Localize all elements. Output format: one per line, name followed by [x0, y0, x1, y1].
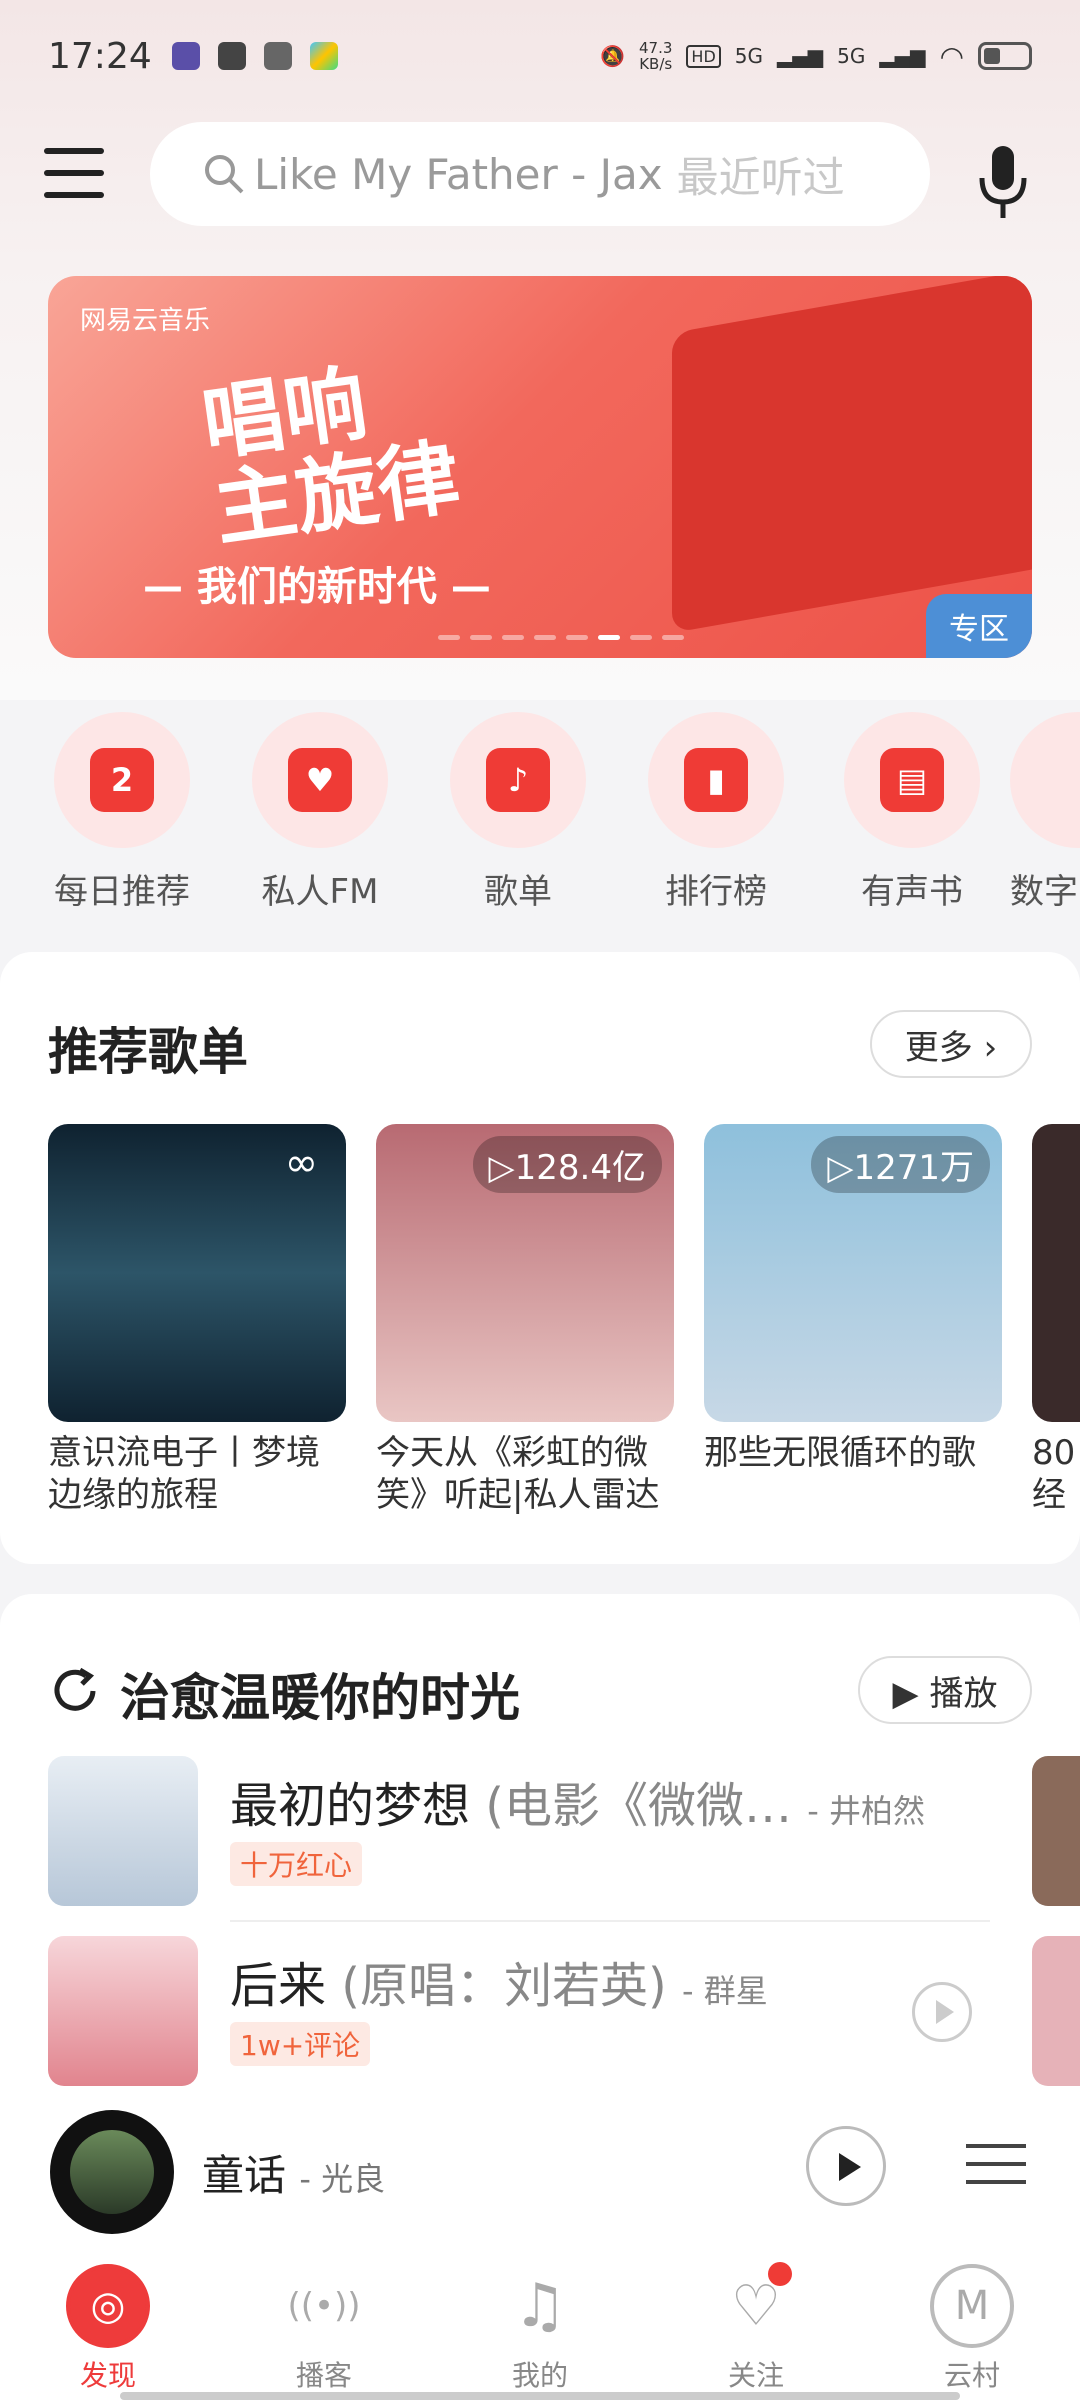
quick-playlist[interactable]: ♪ 歌单 — [428, 712, 608, 913]
top-header: Like My Father - Jax 最近听过 — [0, 118, 1080, 230]
playlist-name: 那些无限循环的歌 — [704, 1433, 976, 1473]
playlist-card[interactable]: ∞ 意识流电子丨梦境边缘的旅程 — [48, 1124, 346, 1516]
microphone-icon[interactable] — [976, 142, 1032, 222]
song-cover — [48, 1936, 198, 2086]
banner-logo: 网易云音乐 — [80, 306, 211, 336]
cloud-village-icon: M — [930, 2264, 1014, 2348]
battery-icon — [978, 42, 1032, 70]
quick-label: 私人FM — [261, 872, 379, 912]
app-notification-icon — [171, 42, 200, 70]
refresh-icon[interactable] — [48, 1664, 102, 1718]
playlist-name: 80经典 — [1032, 1433, 1076, 1515]
chart-icon: ▮ — [648, 712, 784, 848]
signal-bars-icon: ▂▄▆ — [777, 44, 824, 68]
section-title: 治愈温暖你的时光 — [120, 1669, 520, 1727]
mini-player-title: 童话 - 光良 — [202, 2151, 386, 2200]
quick-charts[interactable]: ▮ 排行榜 — [626, 712, 806, 913]
quick-entries: 2 每日推荐 ♥ 私人FM ♪ 歌单 ▮ 排行榜 ▤ 有声书 数字 — [0, 712, 1080, 912]
tab-follow[interactable]: ♡ 关注 — [686, 2262, 826, 2394]
book-icon: ▤ — [844, 712, 980, 848]
banner-flag-graphic — [672, 276, 1032, 634]
mute-icon: 🔕 — [600, 44, 626, 68]
playlist-card[interactable]: 80经典 — [1032, 1124, 1080, 1516]
song-title: 后来 (原唱：刘若英) - 群星 — [230, 1958, 768, 2014]
song-row[interactable]: 后来 (原唱：刘若英) - 群星 1w+评论 — [48, 1936, 1048, 2086]
status-time: 17:24 — [48, 35, 152, 77]
playlist-cover: ▷128.4亿 — [376, 1124, 674, 1422]
signal-label: 5G — [837, 44, 866, 68]
quick-label: 每日推荐 — [54, 872, 190, 912]
calendar-icon: 2 — [54, 712, 190, 848]
tab-label: 云村 — [943, 2359, 1000, 2392]
status-bar: 17:24 🔕 47.3 KB/s HD 5G ▂▄▆ 5G ▂▄▆ ◠ — [0, 0, 1080, 112]
quick-label: 歌单 — [484, 872, 552, 912]
hd-icon: HD — [686, 44, 721, 68]
song-badge: 1w+评论 — [230, 2022, 371, 2066]
playlist-cover: ∞ — [48, 1124, 346, 1422]
song-row[interactable]: 最初的梦想 (电影《微微… - 井柏然 十万红心 — [48, 1756, 1048, 1906]
playlist-card[interactable]: ▷1271万 那些无限循环的歌 — [704, 1124, 1002, 1516]
quick-label: 排行榜 — [665, 872, 767, 912]
play-all-button[interactable]: ▶ 播放 — [858, 1656, 1032, 1724]
tab-cloud-village[interactable]: M 云村 — [902, 2264, 1042, 2394]
tab-mine[interactable]: ♫ 我的 — [470, 2264, 610, 2394]
tab-podcast[interactable]: ((•)) 播客 — [254, 2264, 394, 2394]
search-hint: Like My Father - Jax — [254, 149, 663, 199]
divider — [230, 1920, 990, 1922]
quick-label: 有声书 — [861, 872, 963, 912]
menu-icon[interactable] — [44, 148, 104, 200]
app-notification-icon — [263, 42, 292, 70]
album-disc — [50, 2110, 174, 2234]
song-cover — [1032, 1936, 1080, 2086]
song-title: 最初的梦想 (电影《微微… - 井柏然 — [230, 1778, 926, 1834]
search-suffix: 最近听过 — [676, 152, 845, 202]
tab-discover[interactable]: ◎ 发现 — [38, 2264, 178, 2394]
song-cover — [48, 1756, 198, 1906]
tab-label: 关注 — [727, 2359, 784, 2392]
mini-player[interactable]: 童话 - 光良 — [0, 2102, 1080, 2242]
wifi-icon: ◠ — [939, 39, 964, 73]
discover-icon: ◎ — [66, 2264, 150, 2348]
playlist-card[interactable]: ▷128.4亿 今天从《彩虹的微笑》听起|私人雷达 — [376, 1124, 674, 1516]
quick-label: 数字 — [1010, 872, 1078, 912]
more-button[interactable]: 更多 › — [870, 1010, 1032, 1078]
more-icon — [1010, 712, 1080, 848]
playlist-name: 意识流电子丨梦境边缘的旅程 — [48, 1433, 320, 1515]
tab-label: 发现 — [79, 2359, 136, 2392]
bottom-tab-bar: ◎ 发现 ((•)) 播客 ♫ 我的 ♡ 关注 M 云村 — [0, 2242, 1080, 2400]
song-cover — [1032, 1756, 1080, 1906]
playlist-queue-icon[interactable] — [966, 2144, 1026, 2200]
search-input[interactable]: Like My Father - Jax 最近听过 — [150, 122, 930, 226]
search-icon — [205, 155, 244, 194]
playlist-name: 今天从《彩虹的微笑》听起|私人雷达 — [376, 1433, 660, 1515]
music-note-icon: ♫ — [513, 2271, 567, 2341]
playlist-cover — [1032, 1124, 1080, 1422]
podcast-icon: ((•)) — [287, 2286, 361, 2326]
quick-digital[interactable]: 数字 — [1010, 712, 1080, 913]
play-store-icon — [309, 42, 338, 70]
notification-dot — [768, 2262, 792, 2286]
tab-label: 播客 — [295, 2359, 352, 2392]
quick-private-fm[interactable]: ♥ 私人FM — [230, 712, 410, 913]
banner-title: 唱响 主旋律 — [196, 356, 466, 559]
playlist-icon: ♪ — [450, 712, 586, 848]
promo-banner[interactable]: 网易云音乐 唱响 主旋律 — 我们的新时代 — 专区 — [48, 276, 1032, 658]
banner-pager — [438, 635, 684, 640]
net-speed: 47.3 KB/s — [639, 39, 673, 73]
home-indicator — [120, 2392, 960, 2400]
play-icon[interactable] — [912, 1982, 972, 2042]
radio-icon: ♥ — [252, 712, 388, 848]
banner-subtitle: — 我们的新时代 — — [143, 564, 491, 610]
section-title: 推荐歌单 — [48, 1023, 248, 1081]
signal-bars-icon: ▂▄▆ — [879, 44, 926, 68]
quick-audiobook[interactable]: ▤ 有声书 — [822, 712, 1002, 913]
app-notification-icon — [217, 42, 246, 70]
tab-label: 我的 — [511, 2359, 568, 2392]
quick-daily-recommend[interactable]: 2 每日推荐 — [32, 712, 212, 913]
signal-label: 5G — [734, 44, 764, 68]
play-button[interactable] — [806, 2126, 886, 2206]
playlist-cover: ▷1271万 — [704, 1124, 1002, 1422]
song-badge: 十万红心 — [230, 1842, 363, 1886]
banner-tag[interactable]: 专区 — [926, 594, 1032, 658]
